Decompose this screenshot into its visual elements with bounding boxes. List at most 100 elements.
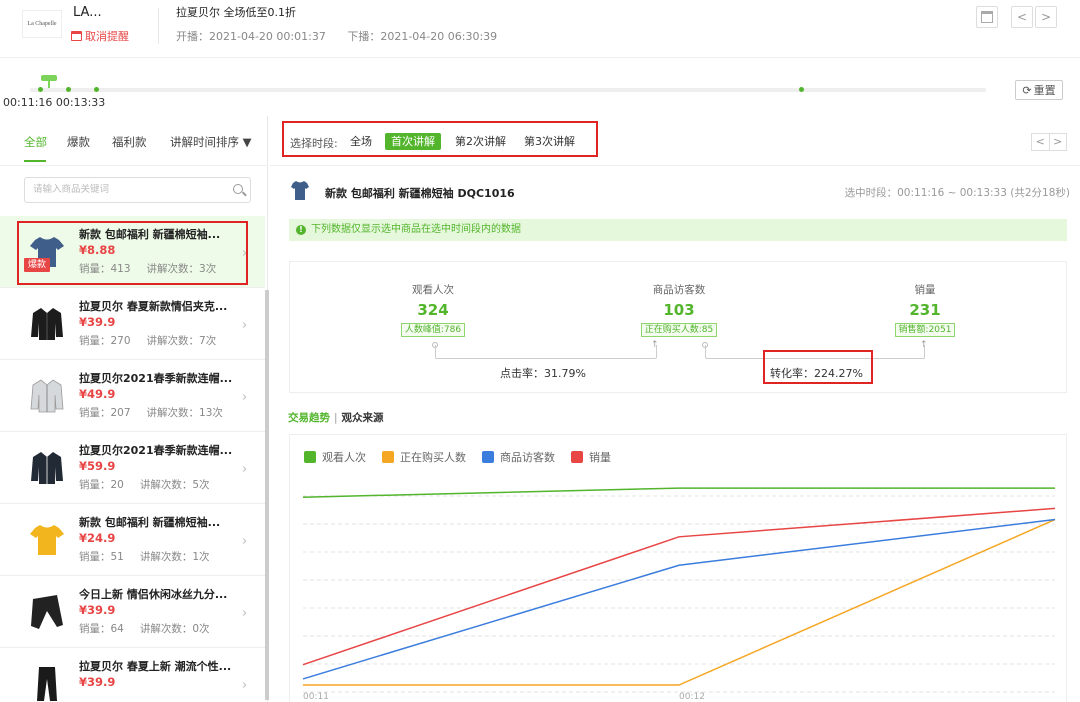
chevron-right-icon[interactable]: > [1050, 134, 1067, 150]
search-icon[interactable] [233, 184, 243, 194]
product-item[interactable]: 拉夏贝尔2021春季新款连帽... ¥59.9 销量：20 讲解次数：5次 › [0, 432, 265, 504]
product-thumbnail [24, 516, 70, 562]
product-price: ¥39.9 [79, 675, 116, 689]
cancel-reminder-button[interactable]: 取消提醒 [71, 28, 129, 44]
product-explain-count: 讲解次数：1次 [139, 551, 210, 563]
timeline-dot[interactable] [94, 87, 99, 92]
product-meta: 销量：270 讲解次数：7次 [79, 333, 232, 348]
product-price: ¥24.9 [79, 531, 116, 545]
timeline-track[interactable] [30, 88, 986, 92]
reset-button[interactable]: ⟳ 重置 [1015, 80, 1063, 100]
hot-badge: 爆款 [24, 258, 50, 272]
selected-range: 选中时段：00:11:16 ~ 00:13:33 (共2分18秒) [844, 187, 1070, 199]
metrics-card: 观看人次 324 人数峰值:786 商品访客数 103 正在购买人数:85 销量… [289, 261, 1067, 393]
chevron-left-icon: < [1016, 10, 1028, 24]
product-sales: 销量：270 [79, 335, 131, 347]
series-line [302, 518, 1056, 680]
selected-product-name: 新款 包邮福利 新疆棉短袖 DQC1016 [325, 187, 515, 200]
info-icon: ! [296, 225, 306, 235]
brand-logo-text: La Chapelle [27, 21, 57, 27]
segment-bar: 选择时段: 全场 首次讲解 第2次讲解 第3次讲解 < > [270, 116, 1080, 166]
header-divider [158, 8, 159, 44]
product-item[interactable]: 拉夏贝尔 春夏新款情侣夹克... ¥39.9 销量：270 讲解次数：7次 › [0, 288, 265, 360]
tab-audience-source[interactable]: 观众来源 [342, 412, 384, 424]
product-sales: 销量：20 [79, 479, 124, 491]
product-price: ¥8.88 [79, 243, 116, 257]
jacket-icon [31, 452, 63, 484]
product-thumbnail [24, 300, 70, 346]
product-item[interactable]: 今日上新 情侣休闲冰丝九分... ¥39.9 销量：64 讲解次数：0次 › [0, 576, 265, 648]
click-rate: 点击率：31.79% [500, 367, 586, 380]
product-thumbnail [24, 444, 70, 490]
product-explain-count: 讲解次数：0次 [139, 623, 210, 635]
tshirt-icon [30, 525, 64, 555]
product-explain-count: 讲解次数：3次 [146, 263, 217, 275]
timeline-range-marker [48, 80, 50, 88]
jacket-icon [30, 379, 64, 413]
timeline-dot[interactable] [38, 87, 43, 92]
chevron-right-icon: › [242, 318, 248, 333]
tab-all[interactable]: 全部 [24, 134, 47, 150]
notice-text: 下列数据仅显示选中商品在选中时间段内的数据 [311, 224, 521, 235]
segment-second-explain[interactable]: 第2次讲解 [449, 133, 512, 150]
x-tick-label: 00:11 [303, 692, 329, 702]
tab-welfare[interactable]: 福利款 [112, 134, 147, 150]
chevron-right-icon: › [242, 606, 248, 621]
timeline-dot[interactable] [66, 87, 71, 92]
product-name: 拉夏贝尔 春夏上新 潮流个性... [79, 660, 232, 673]
metric-tag: 正在购买人数:85 [640, 323, 718, 337]
product-item[interactable]: 爆款 新款 包邮福利 新疆棉短袖... ¥8.88 销量：413 讲解次数：3次 … [0, 216, 265, 288]
product-name: 拉夏贝尔 春夏新款情侣夹克... [79, 300, 228, 313]
tab-underline [24, 160, 46, 162]
segment-label: 选择时段: [290, 137, 338, 150]
product-sales: 销量：51 [79, 551, 124, 563]
product-explain-count: 讲解次数：7次 [146, 335, 217, 347]
live-times: 开播：2021-04-20 00:01:37 下播：2021-04-20 06:… [176, 28, 515, 44]
segment-first-explain[interactable]: 首次讲解 [385, 133, 441, 150]
metric-value: 103 [663, 301, 695, 319]
metric-tag: 销售额:2051 [894, 323, 956, 337]
metric-viewers: 观看人次 324 人数峰值:786 [353, 282, 513, 337]
live-header: La Chapelle LA... 取消提醒 拉夏贝尔 全场低至0.1折 开播：… [0, 0, 1080, 58]
search-placeholder: 请输入商品关键词 [33, 184, 110, 195]
live-title: 拉夏贝尔 全场低至0.1折 [176, 6, 296, 19]
product-name: 拉夏贝尔2021春季新款连帽... [79, 372, 233, 385]
tshirt-icon [291, 181, 309, 200]
chevron-right-icon: › [242, 390, 248, 405]
next-live-button[interactable]: > [1035, 6, 1057, 28]
chevron-left-icon[interactable]: < [1032, 134, 1050, 150]
product-name: 新款 包邮福利 新疆棉短袖... [79, 228, 221, 241]
product-item[interactable]: 拉夏贝尔 春夏上新 潮流个性... ¥39.9 › [0, 648, 265, 702]
calendar-icon [981, 11, 993, 23]
segment-third-explain[interactable]: 第3次讲解 [518, 133, 581, 150]
product-meta: 销量：20 讲解次数：5次 [79, 477, 226, 492]
product-thumbnail [24, 660, 70, 702]
product-item[interactable]: 新款 包邮福利 新疆棉短袖... ¥24.9 销量：51 讲解次数：1次 › [0, 504, 265, 576]
segment-all[interactable]: 全场 [344, 133, 378, 150]
product-meta: 销量：207 讲解次数：13次 [79, 405, 239, 420]
info-notice: ! 下列数据仅显示选中商品在选中时间段内的数据 [289, 219, 1067, 241]
metric-value: 324 [417, 301, 449, 319]
product-price: ¥49.9 [79, 387, 116, 401]
calendar-icon [71, 31, 82, 41]
refresh-icon: ⟳ [1022, 83, 1032, 97]
product-sales: 销量：413 [79, 263, 131, 275]
tab-trade-trend[interactable]: 交易趋势 [288, 412, 330, 424]
chevron-right-icon: › [242, 246, 248, 261]
product-price: ¥39.9 [79, 603, 116, 617]
timeline-dot[interactable] [799, 87, 804, 92]
series-line [303, 518, 1056, 686]
tab-hot[interactable]: 爆款 [67, 134, 90, 150]
sort-dropdown[interactable]: 讲解时间排序 ▼ [170, 134, 252, 150]
product-item[interactable]: 拉夏贝尔2021春季新款连帽... ¥49.9 销量：207 讲解次数：13次 › [0, 360, 265, 432]
flow-connector [705, 345, 925, 359]
calendar-button[interactable] [976, 6, 998, 28]
product-list-scrollbar[interactable] [265, 290, 269, 700]
metric-label: 销量 [914, 284, 936, 296]
timeline: 00:11:16 00:13:33 ⟳ 重置 [0, 68, 1080, 116]
analysis-panel: 选择时段: 全场 首次讲解 第2次讲解 第3次讲解 < > 新款 包邮福利 新疆… [270, 116, 1080, 702]
search-input[interactable]: 请输入商品关键词 [24, 177, 251, 203]
chevron-right-icon: > [1040, 10, 1052, 24]
product-tabs: 全部 爆款 福利款 讲解时间排序 ▼ [0, 116, 268, 166]
prev-live-button[interactable]: < [1011, 6, 1033, 28]
